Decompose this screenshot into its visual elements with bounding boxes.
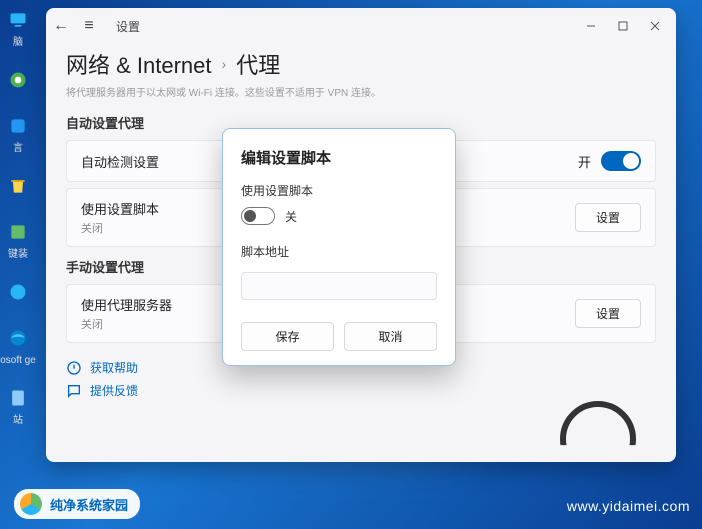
help-icon	[66, 360, 82, 376]
desktop-icon-label: 脑	[13, 38, 23, 48]
recycle-bin-icon[interactable]	[4, 172, 32, 200]
desktop-icon-label: 言	[13, 144, 23, 154]
breadcrumb-current: 代理	[236, 48, 280, 80]
menu-button[interactable]: ≡	[82, 19, 96, 33]
feedback-link[interactable]: 提供反馈	[66, 382, 656, 399]
setup-script-button[interactable]: 设置	[575, 203, 641, 232]
desktop-icon[interactable]	[4, 6, 32, 34]
script-url-input[interactable]	[241, 272, 437, 300]
page-subtitle: 将代理服务器用于以太网或 Wi-Fi 连接。这些设置不适用于 VPN 连接。	[66, 84, 656, 99]
minimize-button[interactable]	[584, 19, 598, 33]
script-url-label: 脚本地址	[241, 243, 437, 260]
link-label: 获取帮助	[90, 359, 138, 376]
link-label: 提供反馈	[90, 382, 138, 399]
toggle-state-label: 开	[578, 152, 591, 171]
watermark-stamp-icon	[560, 401, 636, 477]
chevron-right-icon: ›	[222, 56, 227, 72]
titlebar: ← ≡ 设置	[46, 8, 676, 44]
use-script-label: 使用设置脚本	[241, 182, 437, 199]
maximize-button[interactable]	[616, 19, 630, 33]
desktop-icon[interactable]	[4, 112, 32, 140]
watermark-right: www.yidaimei.com	[0, 483, 702, 529]
window-title: 设置	[116, 18, 140, 35]
toggle-state-label: 关	[285, 208, 297, 225]
close-button[interactable]	[648, 19, 662, 33]
desktop-icon-label: osoft ge	[0, 356, 36, 366]
desktop-icon-label: 站	[13, 416, 23, 426]
cancel-button[interactable]: 取消	[344, 322, 437, 351]
desktop-icon[interactable]	[4, 384, 32, 412]
desktop-icon-label: 键装	[8, 250, 28, 260]
watermark-right-text: www.yidaimei.com	[567, 498, 690, 514]
use-script-toggle[interactable]	[241, 207, 275, 225]
breadcrumb-root[interactable]: 网络 & Internet	[66, 48, 212, 80]
back-button[interactable]: ←	[54, 19, 68, 33]
auto-detect-toggle[interactable]	[601, 151, 641, 171]
desktop-icon-strip: 脑 言 键装 osoft ge 站	[0, 0, 36, 529]
setup-proxy-button[interactable]: 设置	[575, 299, 641, 328]
feedback-icon	[66, 383, 82, 399]
edge-icon[interactable]	[4, 324, 32, 352]
save-button[interactable]: 保存	[241, 322, 334, 351]
desktop-icon[interactable]	[4, 278, 32, 306]
dialog-title: 编辑设置脚本	[241, 147, 437, 168]
breadcrumb: 网络 & Internet › 代理	[66, 48, 656, 80]
desktop-icon[interactable]	[4, 66, 32, 94]
edit-script-dialog: 编辑设置脚本 使用设置脚本 关 脚本地址 保存 取消	[222, 128, 456, 366]
desktop-icon[interactable]	[4, 218, 32, 246]
